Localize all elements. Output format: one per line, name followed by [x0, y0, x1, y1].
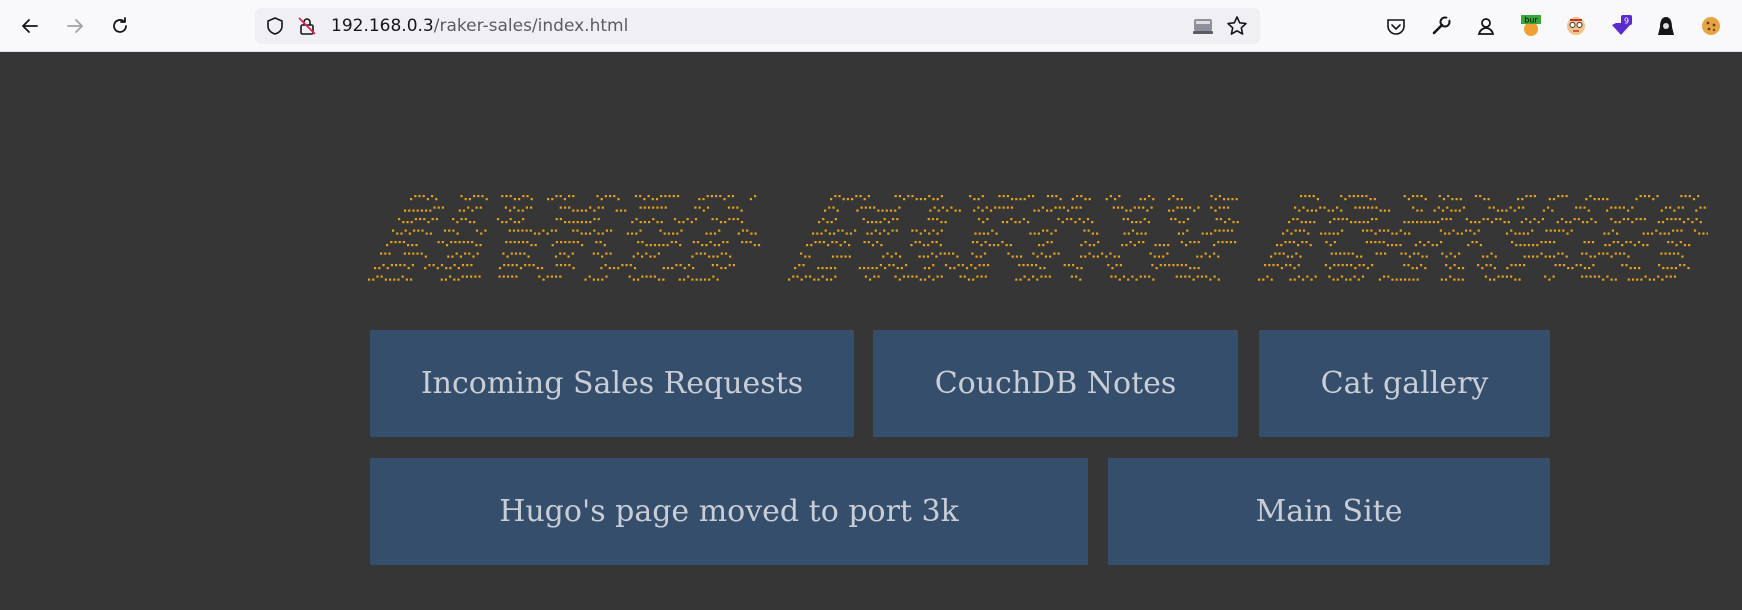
face-extension-button[interactable]	[1562, 12, 1590, 40]
devtools-button[interactable]	[1427, 12, 1455, 40]
burp-extension-icon: bur	[1521, 15, 1541, 36]
notification-extension-icon: 9	[1612, 15, 1632, 35]
ascii-art-banner	[368, 195, 1708, 281]
back-button[interactable]	[14, 10, 46, 42]
page-content: Incoming Sales Requests CouchDB Notes Ca…	[0, 52, 1742, 610]
burp-extension-button[interactable]: bur	[1517, 12, 1545, 40]
forward-arrow-icon	[67, 19, 83, 33]
user-agent-button[interactable]	[1472, 12, 1500, 40]
notification-badge-count: 9	[1624, 17, 1629, 26]
forward-button[interactable]	[59, 10, 91, 42]
pocket-button[interactable]	[1382, 12, 1410, 40]
pocket-icon	[1387, 19, 1405, 35]
hacker-extension-button[interactable]	[1652, 12, 1680, 40]
bookmark-star-icon[interactable]	[1226, 15, 1248, 37]
cookie-icon	[1702, 17, 1720, 35]
back-arrow-icon	[22, 19, 38, 33]
url-path: /raker-sales/index.html	[433, 16, 629, 36]
user-agent-icon	[1477, 18, 1495, 35]
reload-icon	[113, 17, 127, 33]
couchdb-notes-button[interactable]: CouchDB Notes	[873, 330, 1238, 437]
incoming-sales-requests-button[interactable]: Incoming Sales Requests	[370, 330, 854, 437]
insecure-lock-icon[interactable]	[297, 16, 317, 36]
hugos-page-button[interactable]: Hugo's page moved to port 3k	[370, 458, 1088, 565]
face-extension-icon	[1567, 17, 1585, 35]
wrench-icon	[1432, 16, 1451, 35]
url-bar[interactable]: 192.168.0.3/raker-sales/index.html	[255, 8, 1260, 44]
browser-toolbar: 192.168.0.3/raker-sales/index.html bur 9	[0, 0, 1742, 52]
notification-extension-button[interactable]: 9	[1607, 12, 1635, 40]
burp-badge-text: bur	[1524, 16, 1538, 25]
url-text[interactable]: 192.168.0.3/raker-sales/index.html	[331, 8, 628, 44]
hacker-extension-icon	[1658, 17, 1674, 35]
cat-gallery-button[interactable]: Cat gallery	[1259, 330, 1550, 437]
cookie-extension-button[interactable]	[1697, 12, 1725, 40]
shield-icon[interactable]	[265, 16, 285, 36]
reload-button[interactable]	[104, 10, 136, 42]
url-host: 192.168.0.3	[331, 16, 434, 36]
reader-view-icon[interactable]	[1192, 16, 1214, 36]
main-site-button[interactable]: Main Site	[1108, 458, 1550, 565]
